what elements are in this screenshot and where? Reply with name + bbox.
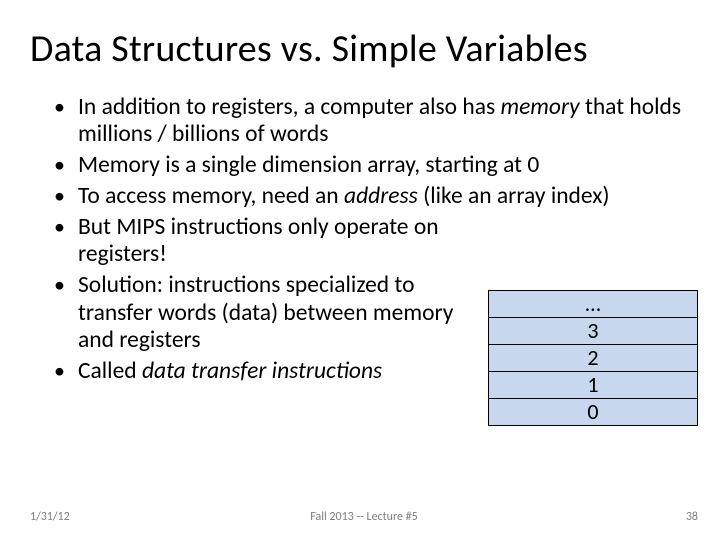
slide: Data Structures vs. Simple Variables In …	[0, 0, 720, 540]
slide-footer: 1/31/12 Fall 2013 -- Lecture #5 38	[30, 510, 698, 524]
bullet-text-pre: Called	[78, 357, 142, 385]
bullet-text-em: address	[344, 182, 418, 210]
footer-lecture: Fall 2013 -- Lecture #5	[30, 510, 698, 524]
bullet-text-pre: But MIPS instructions only operate on re…	[78, 213, 439, 269]
bullet-text-pre: In addition to registers, a computer als…	[78, 93, 500, 121]
memory-stack: … 3 2 1 0	[488, 290, 698, 426]
bullet-text-em: data transfer instructions	[142, 357, 382, 385]
memory-cell: 0	[488, 398, 698, 426]
memory-cell: 1	[488, 371, 698, 399]
bullet-item: To access memory, need an address (like …	[78, 183, 688, 211]
slide-title: Data Structures vs. Simple Variables	[30, 28, 690, 72]
memory-cell: 3	[488, 317, 698, 345]
bullet-item: Solution: instructions specialized to tr…	[78, 272, 478, 355]
bullet-text-pre: Solution: instructions specialized to tr…	[78, 271, 453, 354]
bullet-text-em: memory	[500, 93, 579, 121]
bullet-text-pre: Memory is a single dimension array, star…	[78, 151, 539, 179]
bullet-item: But MIPS instructions only operate on re…	[78, 214, 478, 269]
bullet-item: Called data transfer instructions	[78, 358, 478, 386]
bullet-text-pre: To access memory, need an	[78, 182, 344, 210]
memory-cell: …	[488, 290, 698, 318]
bullet-item: In addition to registers, a computer als…	[78, 94, 688, 149]
memory-cell: 2	[488, 344, 698, 372]
bullet-text-post: (like an array index)	[418, 182, 610, 210]
bullet-item: Memory is a single dimension array, star…	[78, 152, 688, 180]
